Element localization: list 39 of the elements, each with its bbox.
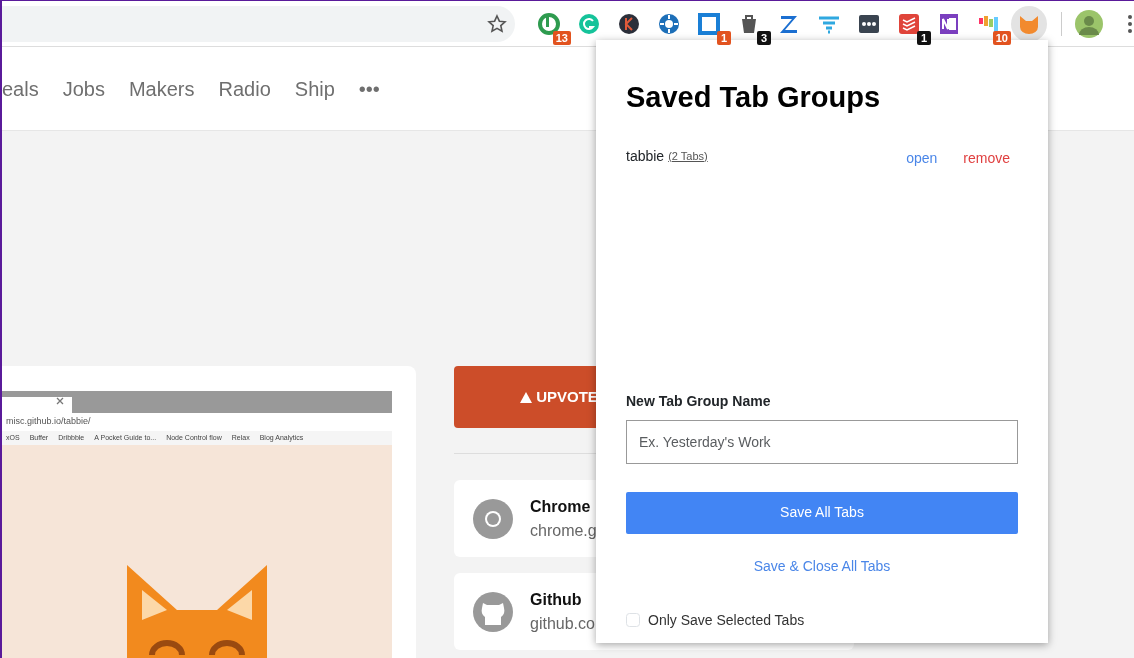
nav-link[interactable]: Ship bbox=[294, 73, 335, 104]
ring-icon[interactable] bbox=[537, 11, 561, 36]
count-badge: 13 bbox=[552, 30, 571, 45]
count-badge: 3 bbox=[757, 30, 771, 45]
save-close-link[interactable]: Save & Close All Tabs bbox=[753, 557, 891, 574]
github-icon bbox=[472, 590, 514, 633]
checkbox[interactable] bbox=[626, 613, 640, 627]
save-button[interactable]: Save All Tabs bbox=[626, 491, 1018, 534]
link-title: Github bbox=[530, 589, 583, 610]
field-label: New Tab Group Name bbox=[626, 391, 772, 411]
link-title: Chrome bbox=[530, 496, 592, 517]
tab-count-link[interactable]: (2 Tabs) bbox=[668, 147, 708, 165]
count-badge: 10 bbox=[992, 30, 1011, 45]
popup-title: Saved Tab Groups bbox=[626, 80, 882, 115]
nav-link[interactable]: Radio bbox=[218, 73, 271, 104]
nav-link[interactable]: Jobs bbox=[62, 73, 105, 104]
close-icon bbox=[56, 397, 64, 405]
notebook-icon[interactable] bbox=[937, 11, 961, 36]
nav-link[interactable]: Makers bbox=[128, 73, 195, 104]
link-url: chrome.g bbox=[530, 520, 597, 541]
menu-icon[interactable] bbox=[1126, 13, 1134, 34]
cross-icon[interactable] bbox=[657, 11, 681, 36]
open-link[interactable]: open bbox=[906, 147, 938, 169]
count-badge: 1 bbox=[717, 30, 731, 45]
checkbox-label[interactable]: Only Save Selected Tabs bbox=[626, 609, 805, 631]
nav-link[interactable]: eals bbox=[2, 73, 39, 104]
link-url: github.co bbox=[530, 613, 595, 634]
triangle-icon bbox=[520, 392, 532, 404]
avatar[interactable] bbox=[1074, 8, 1104, 39]
more-link[interactable]: ••• bbox=[358, 73, 380, 104]
url-text: misc.github.io/tabbie/ bbox=[2, 413, 392, 431]
circle-icon[interactable] bbox=[617, 11, 641, 36]
stack-icon[interactable] bbox=[897, 11, 921, 36]
star-icon[interactable] bbox=[487, 13, 507, 34]
remove-link[interactable]: remove bbox=[963, 147, 1010, 169]
square-icon[interactable] bbox=[697, 11, 721, 36]
count-badge: 1 bbox=[917, 30, 931, 45]
group-name: tabbie bbox=[626, 146, 665, 166]
name-field[interactable]: Ex. Yesterday's Work bbox=[626, 419, 1018, 464]
